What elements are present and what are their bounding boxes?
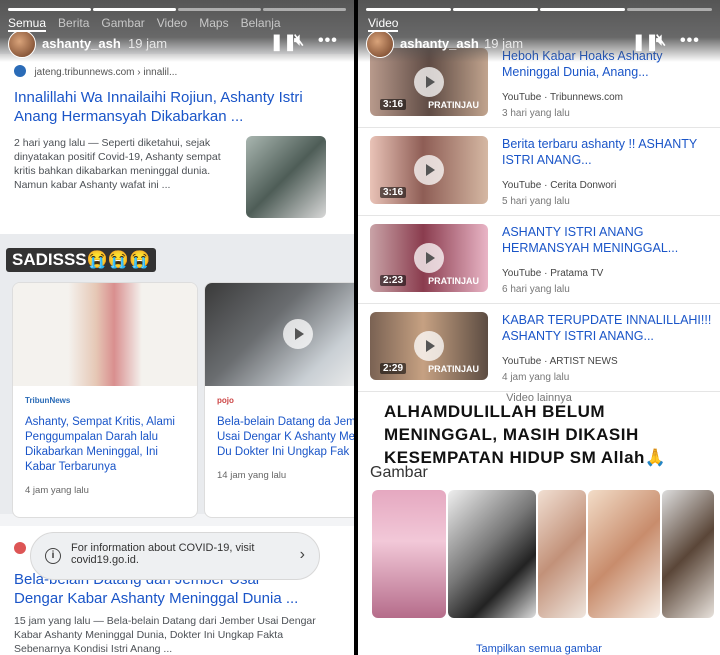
- play-icon[interactable]: [414, 243, 444, 273]
- video-meta: YouTube · Pratama TV: [502, 268, 604, 279]
- mute-icon[interactable]: 🔇︎: [294, 32, 304, 50]
- gallery-image[interactable]: [538, 490, 586, 618]
- video-age: 3 hari yang lalu: [502, 108, 570, 119]
- video-age: 4 jam yang lalu: [502, 372, 570, 383]
- news-card-age: 4 jam yang lalu: [25, 485, 89, 496]
- preview-badge: PRATINJAU: [428, 100, 479, 110]
- video-title[interactable]: Berita terbaru ashanty !! ASHANTY ISTRI …: [502, 136, 712, 168]
- story-progress: [366, 8, 712, 11]
- video-meta: YouTube · Tribunnews.com: [502, 92, 624, 103]
- gallery-image[interactable]: [588, 490, 660, 618]
- gallery-image[interactable]: [448, 490, 536, 618]
- preview-badge: PRATINJAU: [428, 276, 479, 286]
- preview-badge: PRATINJAU: [428, 364, 479, 374]
- covid-notice[interactable]: i For information about COVID-19, visit …: [30, 532, 320, 580]
- story-time: 19 jam: [128, 36, 168, 51]
- play-icon[interactable]: [414, 155, 444, 185]
- story-header: Semua Berita Gambar Video Maps Belanja a…: [0, 0, 354, 62]
- tab-video[interactable]: Video: [157, 16, 187, 32]
- video-thumbnail[interactable]: 2:23 PRATINJAU: [370, 224, 488, 292]
- video-thumbnail[interactable]: 3:16: [370, 136, 488, 204]
- avatar[interactable]: [8, 30, 36, 58]
- pause-icon[interactable]: ❚❚: [270, 32, 297, 52]
- news-card[interactable]: pojo Bela-belain Datang da Jember Usai D…: [204, 282, 354, 518]
- tab-maps[interactable]: Maps: [199, 16, 228, 32]
- avatar[interactable]: [366, 30, 394, 58]
- story-time: 19 jam: [484, 36, 524, 51]
- story-username[interactable]: ashanty_ash: [42, 36, 121, 51]
- gallery-image[interactable]: [662, 490, 714, 618]
- play-icon[interactable]: [283, 319, 313, 349]
- video-title[interactable]: KABAR TERUPDATE INNALILLAHI!!! ASHANTY I…: [502, 312, 712, 344]
- news-card-title[interactable]: Bela-belain Datang da Jember Usai Dengar…: [217, 415, 354, 460]
- news-publisher: TribunNews: [25, 396, 71, 405]
- pause-icon[interactable]: ❚❚: [632, 32, 659, 52]
- news-publisher: pojo: [217, 396, 234, 405]
- gallery-image[interactable]: [372, 490, 446, 618]
- play-icon[interactable]: [414, 331, 444, 361]
- tab-semua[interactable]: Semua: [8, 16, 47, 32]
- video-result[interactable]: 2:23 PRATINJAU ASHANTY ISTRI ANANG HERMA…: [358, 216, 720, 304]
- video-age: 5 hari yang lalu: [502, 196, 570, 207]
- tab-belanja[interactable]: Belanja: [241, 16, 281, 32]
- site-favicon-icon: [14, 64, 26, 77]
- tab-gambar[interactable]: Gambar: [101, 16, 144, 32]
- video-result[interactable]: 3:16 Berita terbaru ashanty !! ASHANTY I…: [358, 128, 720, 216]
- news-card-title[interactable]: Ashanty, Sempat Kritis, Alami Penggumpal…: [25, 415, 185, 475]
- video-duration: 2:29: [380, 363, 407, 374]
- site-favicon-icon: [14, 542, 26, 554]
- search-result[interactable]: jateng.tribunnews.com › innalil... Innal…: [0, 54, 354, 234]
- video-result[interactable]: 2:29 PRATINJAU KABAR TERUPDATE INNALILLA…: [358, 304, 720, 392]
- result-thumbnail[interactable]: [246, 136, 326, 218]
- video-thumbnail[interactable]: 2:29 PRATINJAU: [370, 312, 488, 380]
- news-card-image[interactable]: [205, 283, 354, 386]
- story-header: Video ashanty_ash 19 jam ❚❚ 🔇︎ •••: [358, 0, 720, 62]
- right-story-panel: Video ashanty_ash 19 jam ❚❚ 🔇︎ ••• 3:16 …: [358, 0, 720, 655]
- covid-text: For information about COVID-19, visit co…: [71, 542, 255, 566]
- news-card-image[interactable]: [13, 283, 197, 386]
- section-label: Video: [368, 16, 399, 32]
- video-duration: 2:23: [380, 275, 407, 286]
- video-meta: YouTube · ARTIST NEWS: [502, 356, 618, 367]
- video-meta: YouTube · Cerita Donwori: [502, 180, 617, 191]
- search-tabs: Semua Berita Gambar Video Maps Belanja: [8, 16, 281, 32]
- video-duration: 3:16: [380, 187, 407, 198]
- result-snippet: 15 jam yang lalu — Bela-belain Datang da…: [14, 615, 316, 655]
- result-snippet: 2 hari yang lalu — Seperti diketahui, se…: [14, 137, 221, 191]
- more-icon[interactable]: •••: [318, 32, 338, 50]
- info-icon: i: [45, 548, 61, 564]
- news-card[interactable]: TribunNews Ashanty, Sempat Kritis, Alami…: [12, 282, 198, 518]
- show-all-images-link[interactable]: Tampilkan semua gambar: [358, 643, 720, 655]
- result-title[interactable]: Innalillahi Wa Innailaihi Rojiun, Ashant…: [14, 88, 324, 126]
- video-duration: 3:16: [380, 99, 407, 110]
- news-card-age: 14 jam yang lalu: [217, 470, 287, 481]
- mute-icon[interactable]: 🔇︎: [656, 32, 666, 50]
- story-progress: [8, 8, 346, 11]
- story-caption: ALHAMDULILLAH BELUM MENINGGAL, MASIH DIK…: [384, 402, 667, 467]
- tab-berita[interactable]: Berita: [58, 16, 89, 32]
- video-title[interactable]: ASHANTY ISTRI ANANG HERMANSYAH MENINGGAL…: [502, 224, 712, 256]
- sticker-text: SADISSS😭😭😭: [6, 248, 157, 272]
- result-source: jateng.tribunnews.com › innalil...: [14, 62, 177, 80]
- left-story-panel: Semua Berita Gambar Video Maps Belanja a…: [0, 0, 354, 655]
- more-icon[interactable]: •••: [680, 32, 700, 50]
- chevron-right-icon[interactable]: ›: [300, 546, 305, 564]
- play-icon[interactable]: [414, 67, 444, 97]
- story-username[interactable]: ashanty_ash: [400, 36, 479, 51]
- video-age: 6 hari yang lalu: [502, 284, 570, 295]
